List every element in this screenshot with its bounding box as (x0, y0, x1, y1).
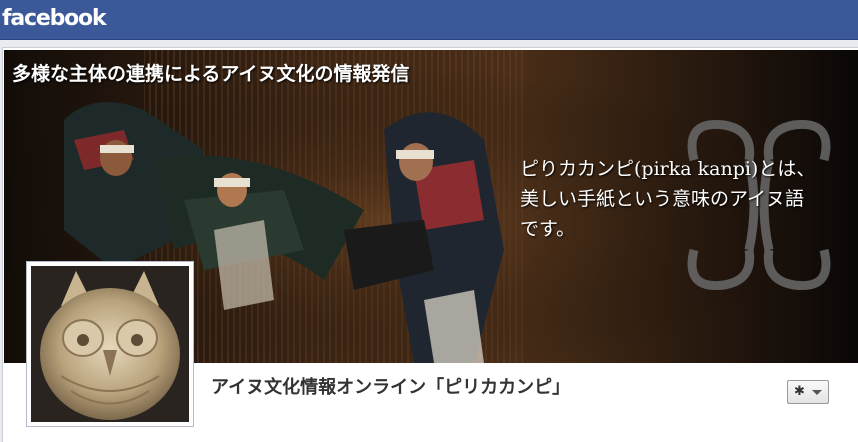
cover-description-line: 美しい手紙という意味のアイヌ語 (520, 188, 805, 210)
cover-description-line: です。 (520, 218, 576, 240)
cover-title: 多様な主体の連携によるアイヌ文化の情報発信 (12, 63, 410, 85)
chevron-down-icon (812, 390, 822, 395)
top-bar: facebook (0, 0, 858, 40)
page-title[interactable]: アイヌ文化情報オンライン「ピリカカンピ」 (211, 375, 570, 401)
owl-carving-photo (31, 266, 189, 422)
cover-description: ピりカカンピ(pirka kanpi)とは、 美しい手紙という意味のアイヌ語 で… (520, 154, 854, 244)
gear-icon: ✱ (794, 384, 805, 399)
cover-description-line: ピりカカンピ(pirka kanpi)とは、 (520, 158, 816, 180)
profile-picture[interactable] (26, 261, 194, 427)
settings-button[interactable]: ✱ (787, 380, 829, 404)
facebook-logo[interactable]: facebook (2, 6, 107, 32)
